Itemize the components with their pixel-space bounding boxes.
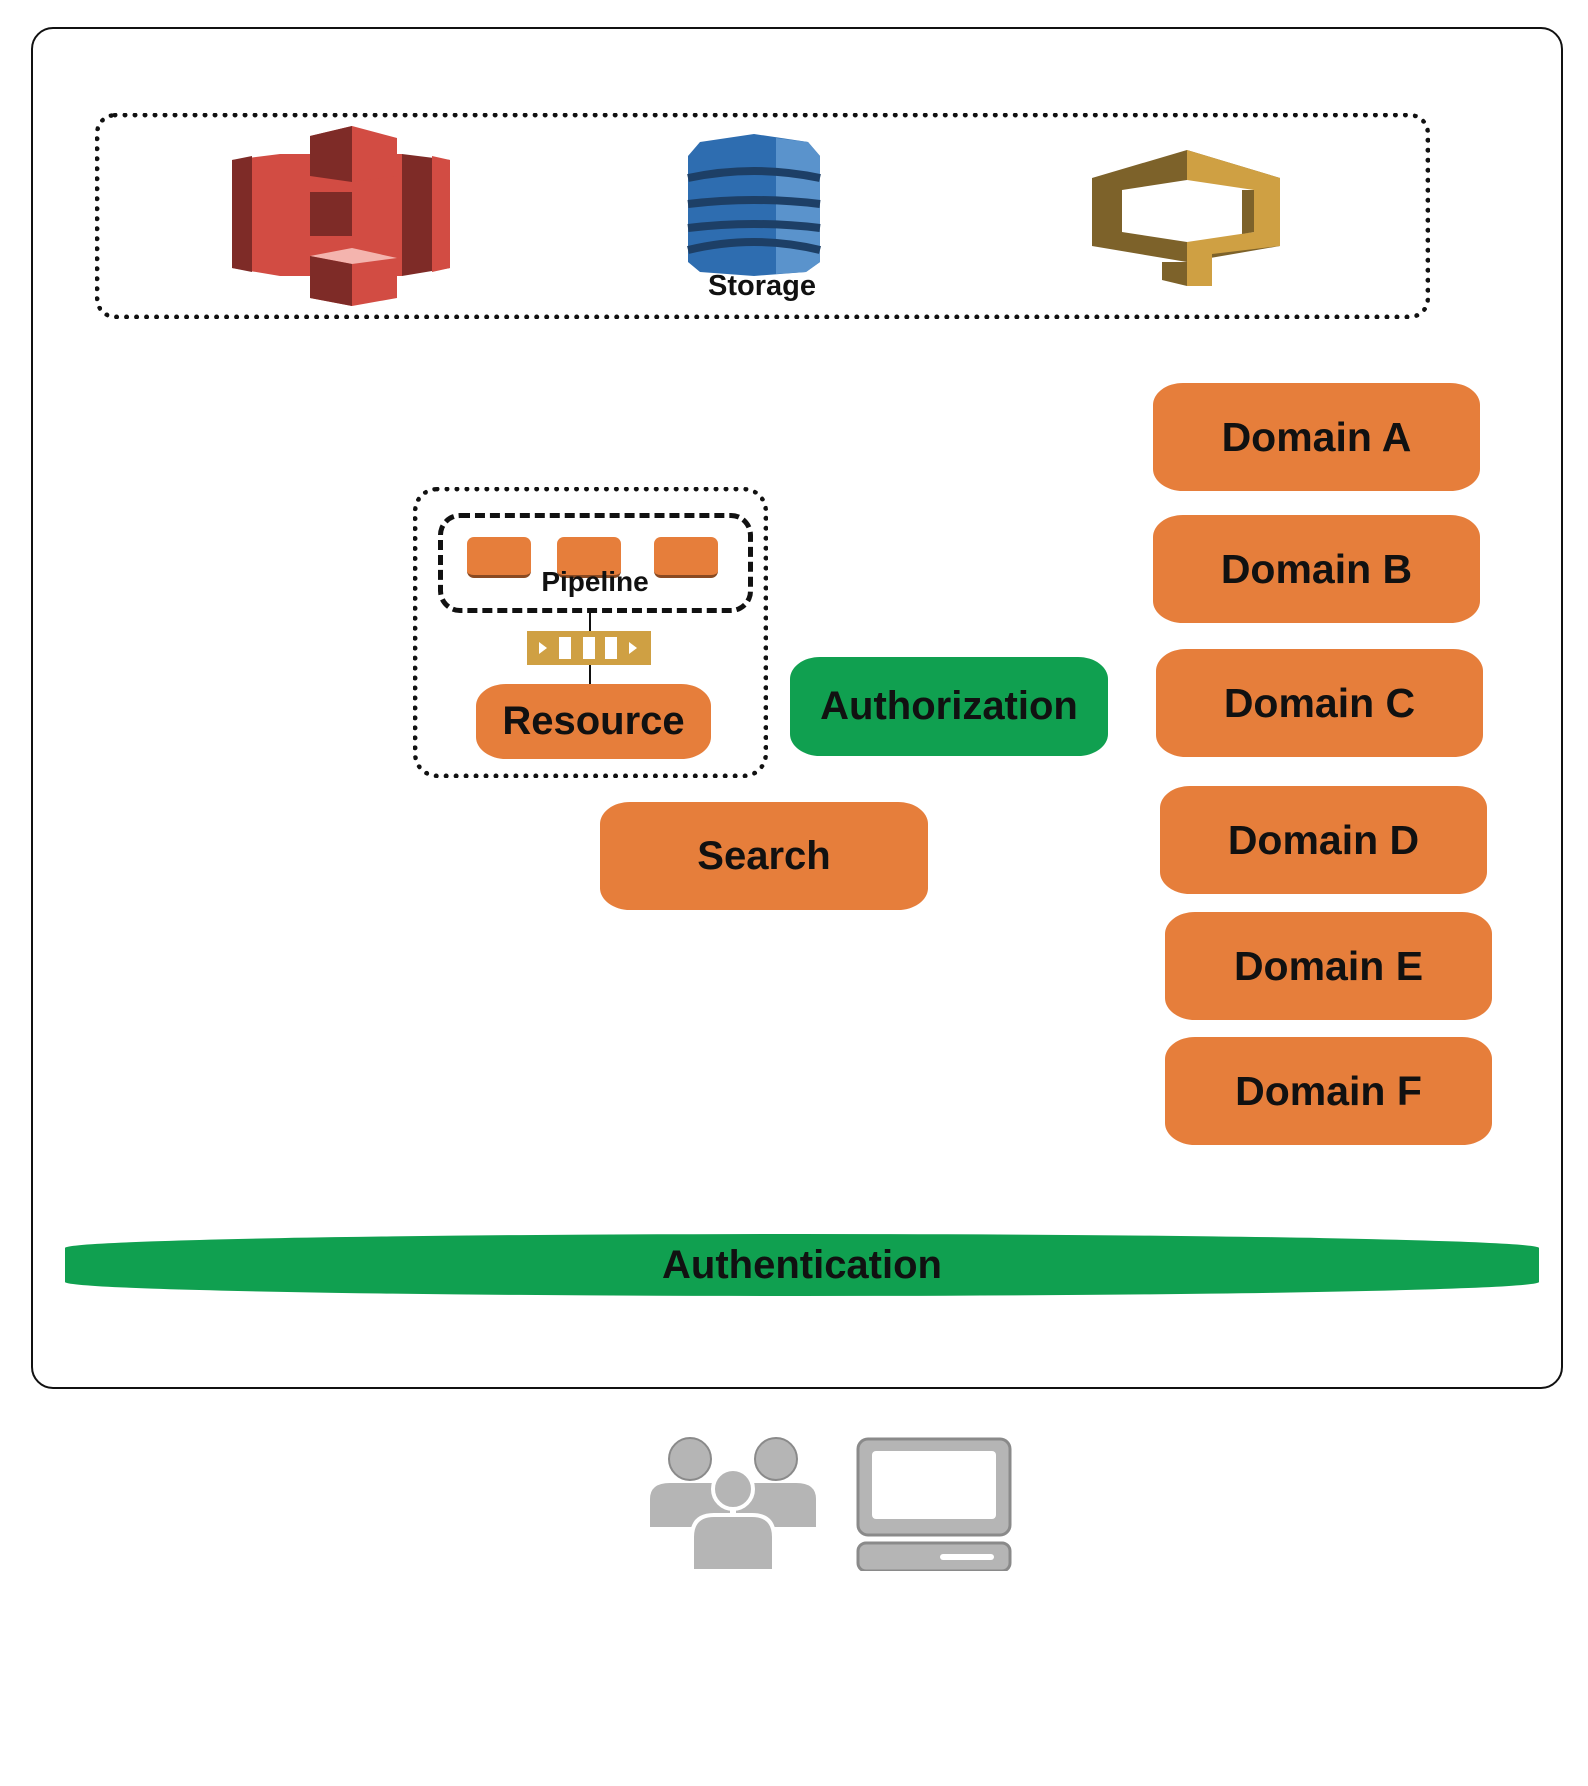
users-icon <box>650 1437 816 1571</box>
amazon-s3-icon <box>232 126 450 306</box>
authentication-layer: Authentication <box>65 1234 1539 1296</box>
domain-b: Domain B <box>1153 515 1480 623</box>
pipeline-label: Pipeline <box>541 566 649 597</box>
computer-icon <box>856 1437 1012 1571</box>
storage-label: Storage <box>708 270 816 302</box>
domain-c: Domain C <box>1156 649 1483 757</box>
search-service: Search <box>600 802 928 910</box>
domain-d: Domain D <box>1160 786 1487 894</box>
domain-a: Domain A <box>1153 383 1480 491</box>
resource-service: Resource <box>476 684 711 759</box>
amazon-workspaces-icon <box>1092 150 1280 286</box>
amazon-dynamodb-icon <box>687 134 821 276</box>
domain-e: Domain E <box>1165 912 1492 1020</box>
authorization-service: Authorization <box>790 657 1108 756</box>
queue-icon <box>527 631 651 665</box>
domain-f: Domain F <box>1165 1037 1492 1145</box>
